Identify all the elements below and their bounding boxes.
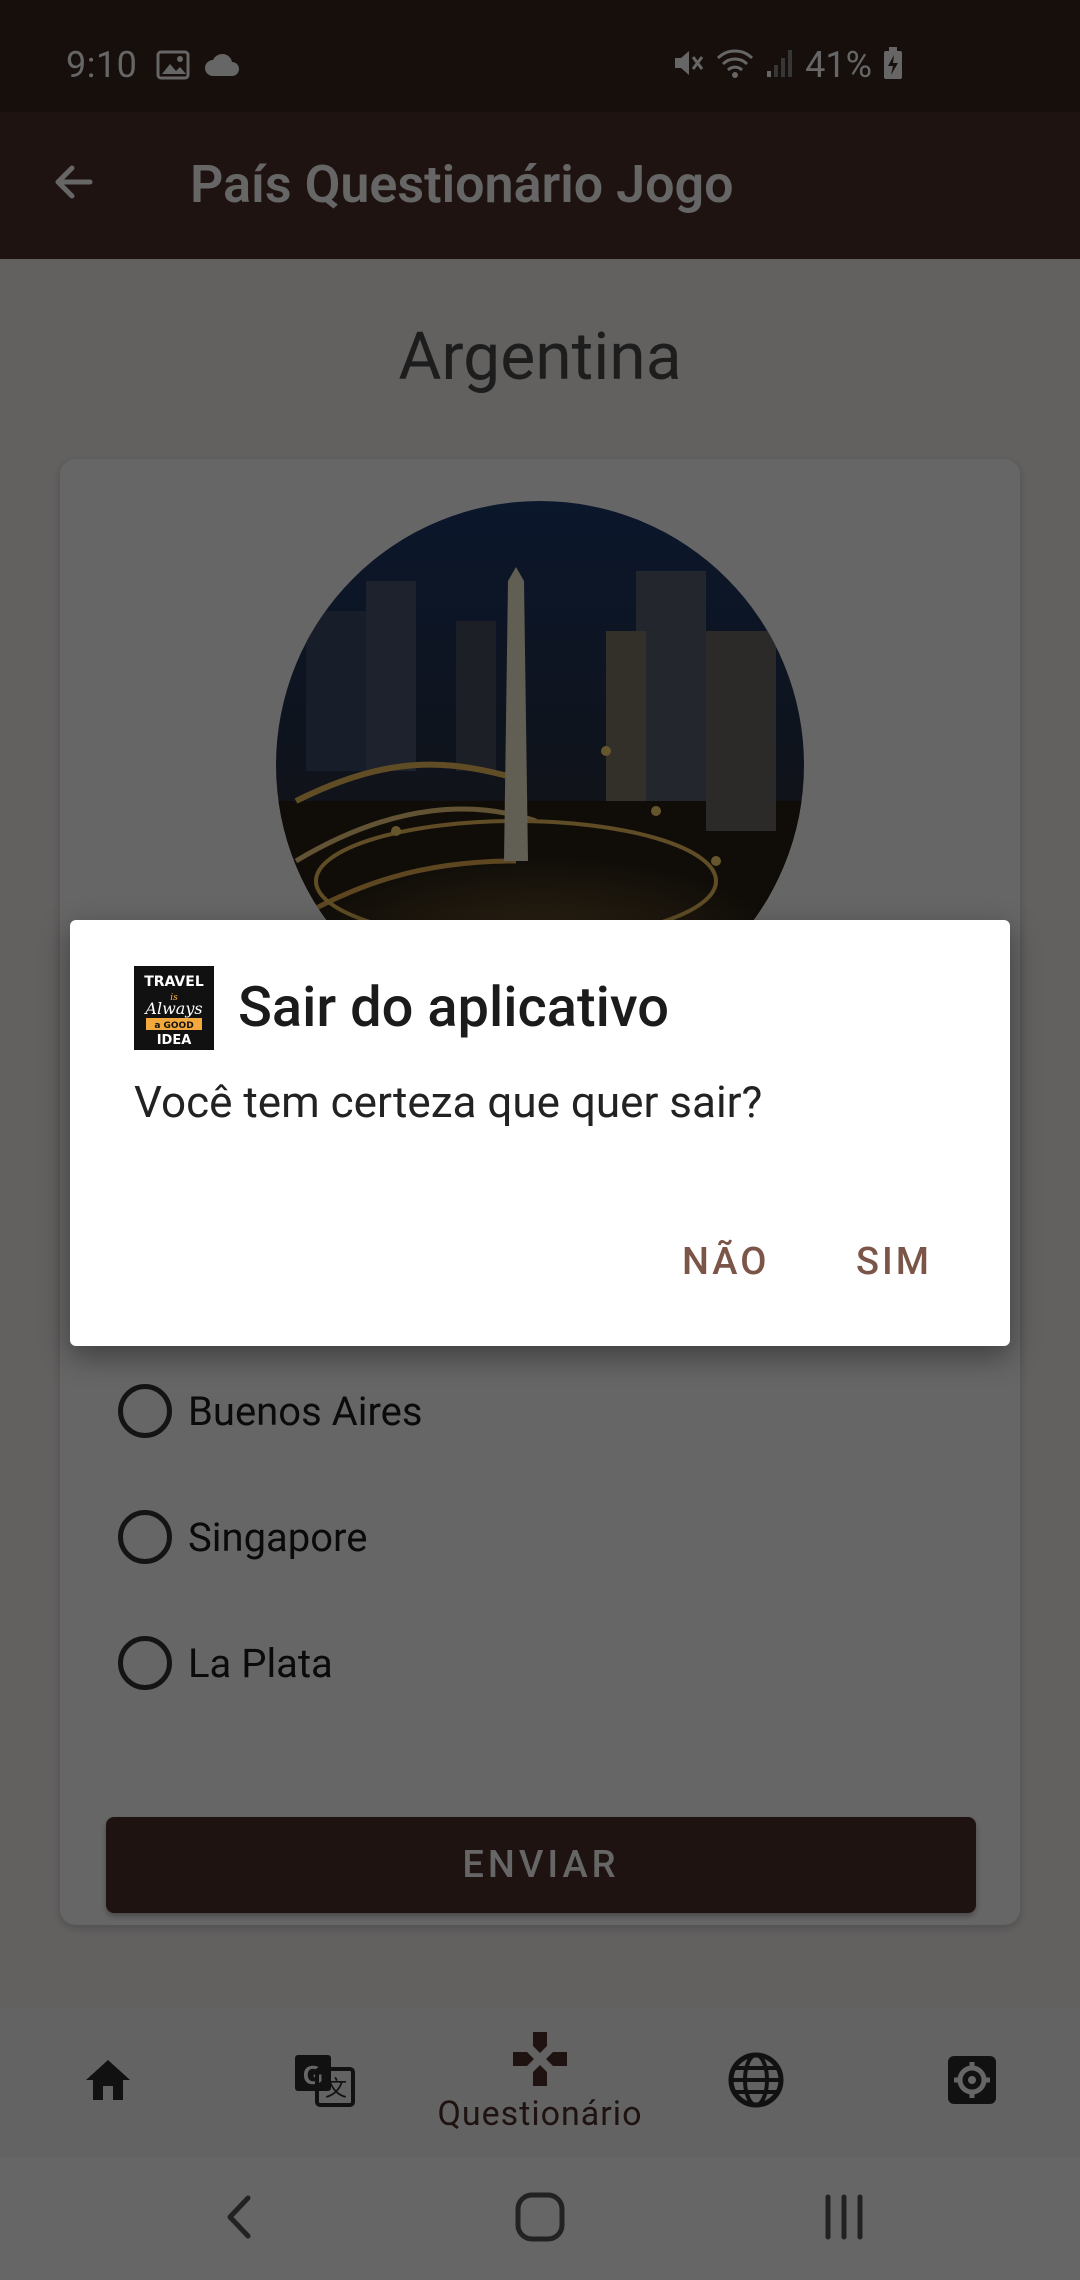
nav-questionario[interactable]: Questionário bbox=[432, 2007, 648, 2157]
radio-button[interactable] bbox=[118, 1384, 172, 1438]
option-la-plata[interactable]: La Plata bbox=[118, 1636, 333, 1690]
settings-icon bbox=[944, 2052, 1000, 2112]
nav-translate[interactable]: G文 bbox=[216, 2007, 432, 2157]
system-navigation-bar bbox=[0, 2157, 1080, 2280]
option-label: Singapore bbox=[188, 1513, 368, 1561]
battery-charging-icon bbox=[882, 46, 904, 84]
system-home-button[interactable] bbox=[500, 2187, 580, 2251]
home-square-icon bbox=[514, 2191, 566, 2247]
nav-settings[interactable] bbox=[864, 2007, 1080, 2157]
no-button[interactable]: NÃO bbox=[682, 1240, 769, 1284]
home-icon bbox=[80, 2052, 136, 2112]
submit-button[interactable]: ENVIAR bbox=[106, 1817, 976, 1913]
option-singapore[interactable]: Singapore bbox=[118, 1510, 367, 1564]
nav-home[interactable] bbox=[0, 2007, 216, 2157]
logo-text-always: Always bbox=[143, 999, 202, 1018]
system-back-button[interactable] bbox=[200, 2187, 280, 2251]
country-name: Argentina bbox=[398, 319, 682, 396]
signal-icon bbox=[765, 47, 795, 83]
recents-icon bbox=[818, 2191, 870, 2247]
logo-text-idea: IDEA bbox=[157, 1033, 192, 1048]
dialog-title: Sair do aplicativo bbox=[238, 974, 670, 1040]
image-icon bbox=[156, 50, 190, 84]
mute-icon bbox=[671, 46, 705, 84]
wifi-icon bbox=[715, 46, 755, 84]
logo-text-good: a GOOD bbox=[154, 1021, 193, 1031]
app-bar: País Questionário Jogo bbox=[0, 112, 1080, 259]
system-recents-button[interactable] bbox=[804, 2187, 884, 2251]
chevron-left-icon bbox=[220, 2192, 260, 2246]
battery-percentage: 41% bbox=[805, 44, 872, 86]
travel-logo: TRAVEL is Always a GOOD IDEA bbox=[134, 966, 214, 1050]
option-label: Buenos Aires bbox=[188, 1387, 423, 1435]
option-label: La Plata bbox=[188, 1639, 333, 1687]
app-title: País Questionário Jogo bbox=[190, 154, 734, 215]
nav-globe[interactable] bbox=[648, 2007, 864, 2157]
back-button[interactable] bbox=[38, 148, 110, 220]
exit-dialog: TRAVEL is Always a GOOD IDEA Sair do apl… bbox=[70, 920, 1010, 1346]
status-bar: 9:10 41% bbox=[0, 0, 1080, 112]
radio-button[interactable] bbox=[118, 1510, 172, 1564]
yes-button[interactable]: SIM bbox=[856, 1240, 932, 1284]
svg-text:文: 文 bbox=[325, 2076, 347, 2101]
nav-label: Questionário bbox=[437, 2094, 643, 2134]
dialog-message: Você tem certeza que quer sair? bbox=[134, 1076, 763, 1128]
radio-button[interactable] bbox=[118, 1636, 172, 1690]
translate-icon: G文 bbox=[293, 2049, 355, 2115]
cloud-icon bbox=[204, 52, 240, 82]
arrow-back-icon bbox=[50, 158, 98, 210]
status-time: 9:10 bbox=[66, 44, 138, 86]
bottom-navigation: G文 Questionário bbox=[0, 2007, 1080, 2157]
globe-icon bbox=[727, 2051, 785, 2113]
svg-text:G: G bbox=[303, 2060, 323, 2090]
gamepad-icon bbox=[511, 2030, 569, 2092]
logo-text-travel: TRAVEL bbox=[144, 974, 204, 990]
option-buenos-aires[interactable]: Buenos Aires bbox=[118, 1384, 423, 1438]
